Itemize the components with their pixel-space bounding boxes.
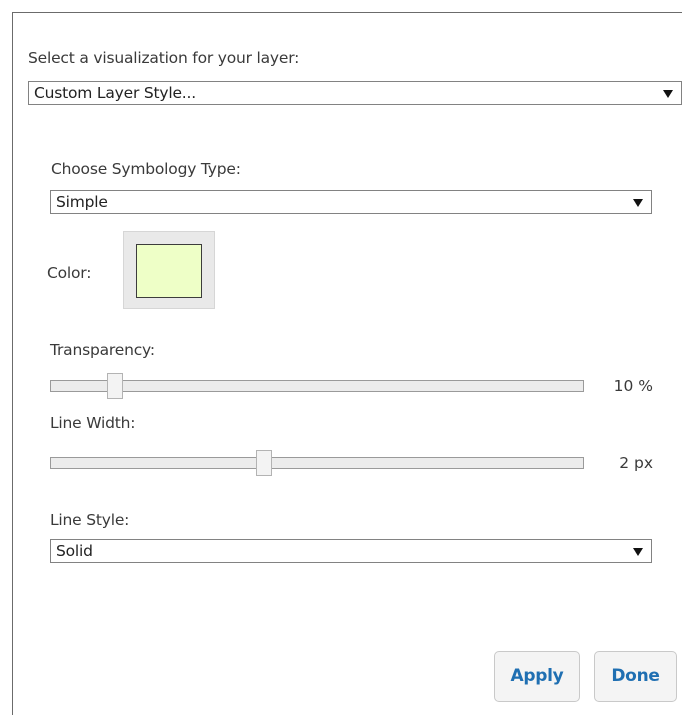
line-width-slider[interactable] [50,450,584,476]
line-width-slider-handle[interactable] [255,450,272,476]
transparency-slider[interactable] [50,373,584,399]
apply-button[interactable]: Apply [494,651,580,702]
visualization-label: Select a visualization for your layer: [28,49,300,67]
line-style-select[interactable]: Solid [50,539,652,563]
symbology-type-select-value: Simple [56,193,108,211]
symbology-type-select[interactable]: Simple [50,190,652,214]
chevron-down-icon [633,199,643,207]
done-button[interactable]: Done [594,651,677,702]
chevron-down-icon [663,90,673,98]
transparency-label: Transparency: [50,341,155,359]
line-style-label: Line Style: [50,511,130,529]
color-label: Color: [47,264,92,282]
symbology-type-label: Choose Symbology Type: [51,160,241,178]
color-swatch [136,244,202,298]
layer-style-panel: Select a visualization for your layer: C… [12,12,682,715]
transparency-value: 10 % [613,377,653,395]
color-picker-button[interactable] [123,231,215,309]
chevron-down-icon [633,548,643,556]
line-width-label: Line Width: [50,414,136,432]
visualization-select-value: Custom Layer Style... [34,84,196,102]
visualization-select[interactable]: Custom Layer Style... [28,81,682,105]
transparency-slider-handle[interactable] [106,373,123,399]
line-style-select-value: Solid [56,542,93,560]
line-width-value: 2 px [619,454,653,472]
